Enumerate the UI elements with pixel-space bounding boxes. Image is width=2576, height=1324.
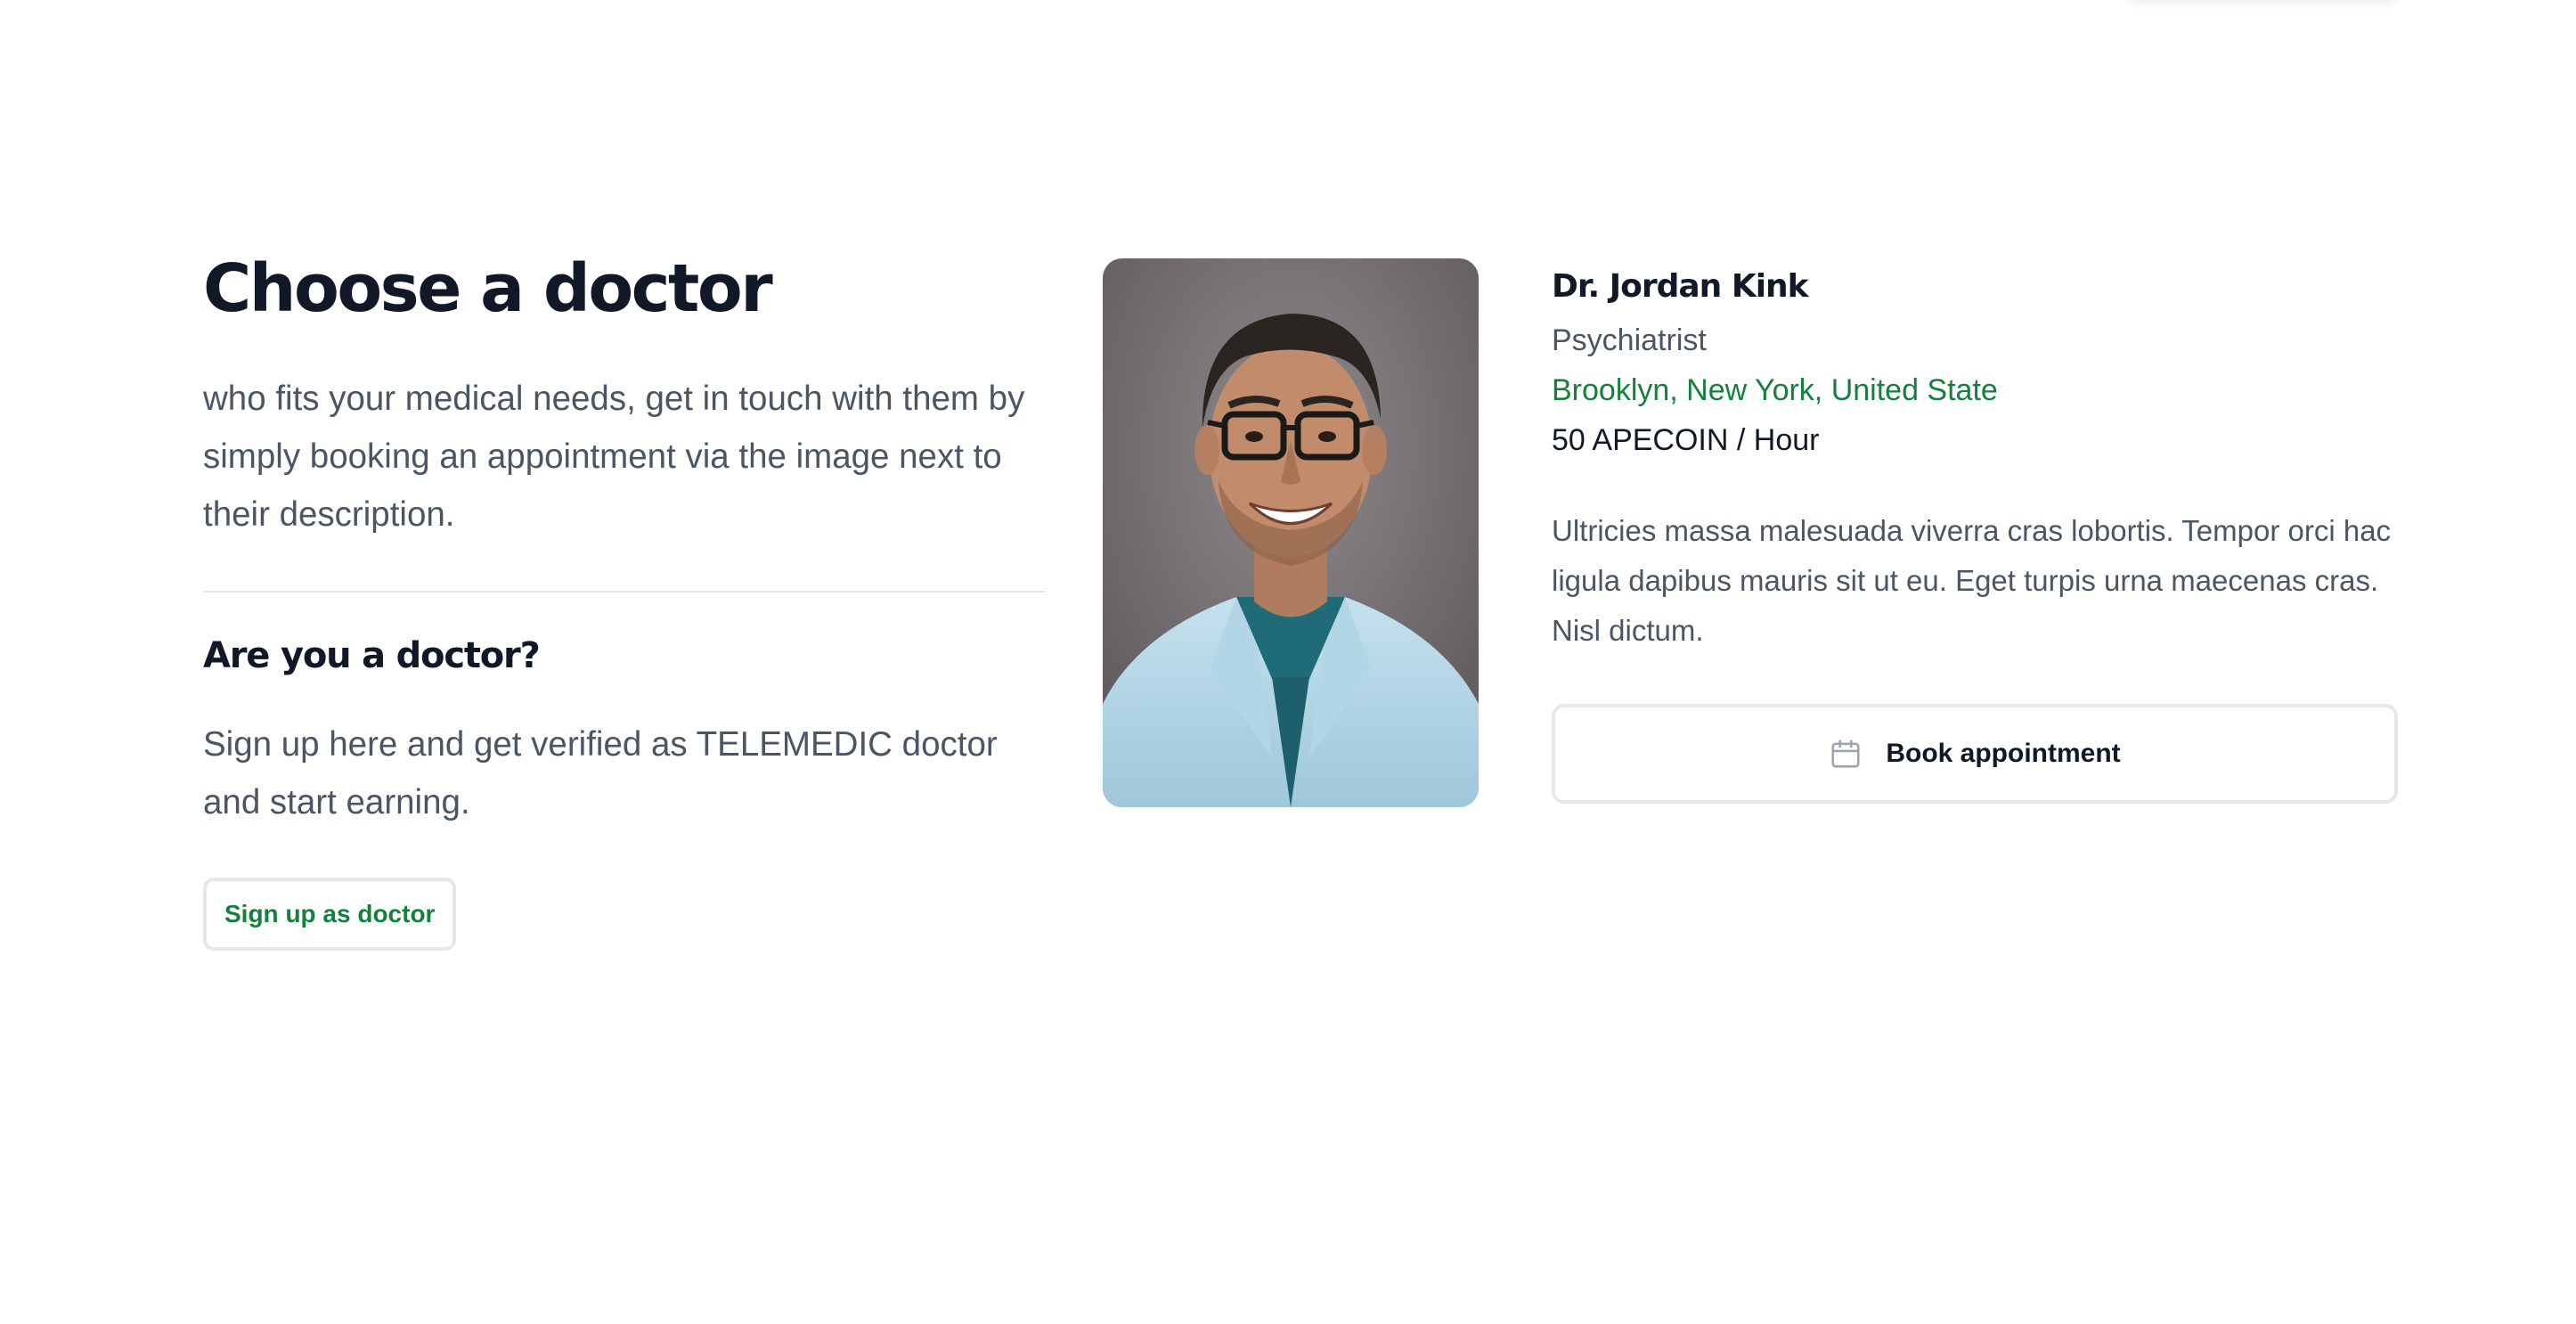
book-appointment-button[interactable]: Book appointment	[1552, 704, 2398, 804]
calendar-icon	[1829, 737, 1863, 771]
doctor-portrait	[1103, 258, 1479, 807]
book-appointment-label: Book appointment	[1886, 739, 2121, 768]
doctor-rate: 50 APECOIN / Hour	[1552, 423, 1820, 457]
doctor-specialty: Psychiatrist	[1552, 323, 1707, 357]
intro-description: who fits your medical needs, get in touc…	[203, 379, 1025, 534]
doctor-cta-description: Sign up here and get verified as TELEMED…	[203, 724, 998, 821]
doctor-bio: Ultricies massa malesuada viverra cras l…	[1552, 514, 2392, 647]
divider	[203, 590, 1046, 593]
doctor-info: Dr. Jordan Kink Psychiatrist Brooklyn, N…	[1552, 264, 2398, 804]
doctor-name: Dr. Jordan Kink	[1552, 268, 1809, 305]
sign-up-as-doctor-button[interactable]: Sign up as doctor	[203, 877, 457, 951]
intro-section: Choose a doctor who fits your medical ne…	[203, 249, 1046, 951]
doctor-location: Brooklyn, New York, United State	[1552, 373, 1998, 407]
page-title: Choose a doctor	[203, 250, 773, 327]
page: Choose a doctor who fits your medical ne…	[0, 0, 2576, 1324]
doctor-photo[interactable]	[1103, 258, 1479, 807]
doctor-cta-title: Are you a doctor?	[203, 634, 541, 676]
